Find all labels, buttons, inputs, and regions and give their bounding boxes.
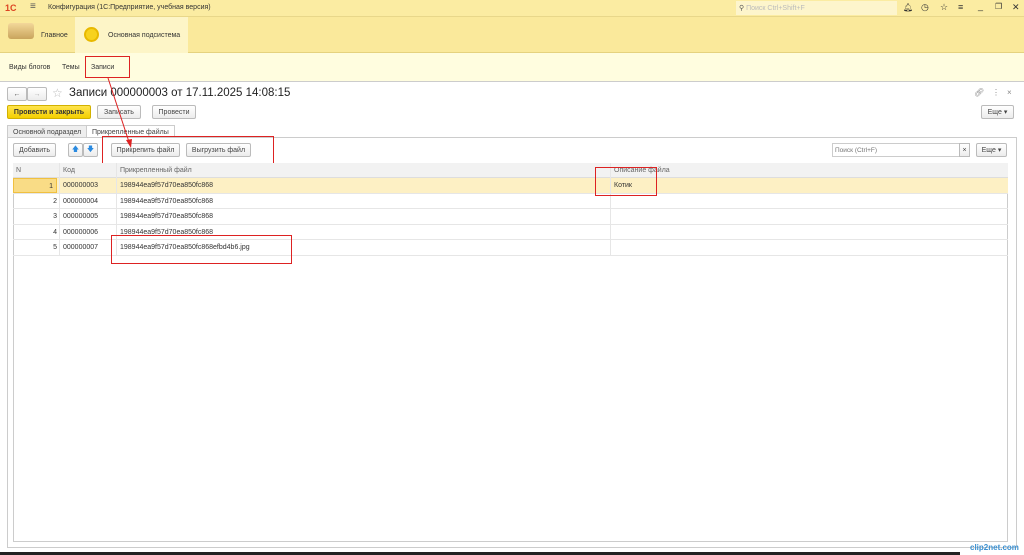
annotation-arrow bbox=[107, 77, 132, 148]
watermark: clip2net.com bbox=[970, 543, 1019, 552]
